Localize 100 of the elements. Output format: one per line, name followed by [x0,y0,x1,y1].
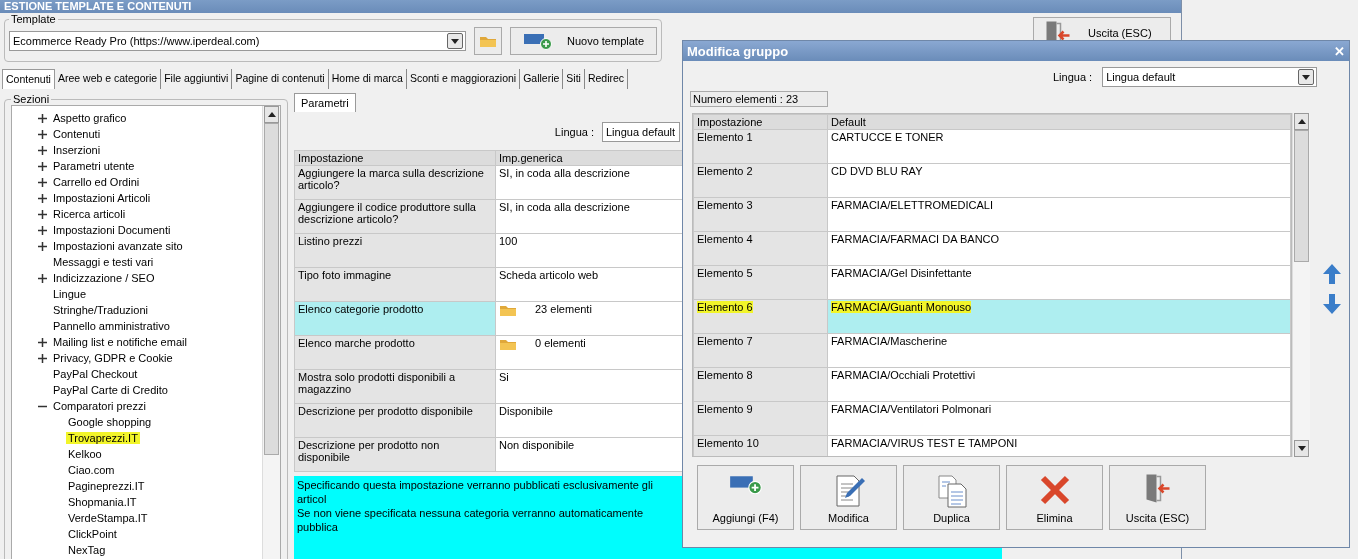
tree-item[interactable]: Stringhe/Traduzioni [51,304,150,316]
expand-icon[interactable] [38,337,47,347]
move-up-arrow-icon[interactable] [1321,263,1343,285]
tab[interactable]: Siti [563,69,585,89]
language-dropdown[interactable]: Lingua default [602,122,680,142]
setting-cell[interactable]: Descrizione per prodotto non disponibile [294,437,496,472]
tab[interactable]: Parametri [294,93,356,112]
tree-item[interactable]: Mailing list e notifiche email [51,336,189,348]
language-dropdown[interactable]: Lingua default [1102,67,1317,87]
tree-item[interactable]: Pagineprezzi.IT [66,480,147,492]
exit-door-icon [1145,474,1170,503]
dialog-title: Modifica gruppo [687,43,789,59]
expand-icon[interactable] [38,113,47,123]
tree-item[interactable]: Carrello ed Ordini [51,176,142,188]
scroll-up-icon[interactable] [267,112,276,117]
folder-icon [499,337,517,351]
value-cell[interactable]: CD DVD BLU RAY [827,163,1291,198]
value-cell: Si [499,371,509,383]
tab[interactable]: Contenuti [2,69,55,89]
expand-icon[interactable] [38,225,47,235]
column-header: Default [827,114,1291,130]
scrollbar[interactable] [1292,113,1310,457]
expand-icon[interactable] [38,145,47,155]
tree-item[interactable]: Lingue [51,288,89,300]
setting-cell[interactable]: Listino prezzi [294,233,496,268]
description-text: Se non viene specificata nessuna categoria verranno automaticamente pubblica [297,506,645,534]
value-cell: Scheda articolo web [499,269,599,281]
value-cell[interactable]: FARMACIA/Ventilatori Polmonari [827,401,1291,436]
tree-item[interactable]: Messaggi e testi vari [51,256,156,268]
add-item-icon [522,32,553,50]
tree-item[interactable]: Shopmania.IT [66,496,139,508]
tree-item[interactable]: VerdeStampa.IT [66,512,150,524]
tree-item[interactable]: ClickPoint [66,528,119,540]
tree-item[interactable]: Ciao.com [66,464,117,476]
tree-item[interactable]: Comparatori prezzi [51,400,148,412]
scroll-up-icon[interactable] [1297,119,1306,124]
tree-item[interactable]: Impostazioni avanzate sito [51,240,185,252]
row-name: Elemento 9 [697,403,753,415]
new-template-button[interactable]: Nuovo template [509,27,657,55]
tree-item[interactable]: Privacy, GDPR e Cookie [51,352,175,364]
tree-item[interactable]: NexTag [66,544,108,556]
language-label: Lingua : [1053,71,1093,83]
value-cell[interactable]: FARMACIA/Mascherine [827,333,1291,368]
tree-item[interactable]: Aspetto grafico [51,112,129,124]
tree-item[interactable]: Parametri utente [51,160,137,172]
tree-item[interactable]: PayPal Carte di Credito [51,384,170,396]
tree-item[interactable]: Impostazioni Articoli [51,192,153,204]
expand-icon[interactable] [38,353,47,363]
scroll-down-icon[interactable] [1297,446,1306,451]
language-label: Lingua : [554,126,594,138]
folder-icon [479,34,498,48]
tree-item[interactable]: Pannello amministrativo [51,320,172,332]
value-cell[interactable]: FARMACIA/Occhiali Protettivi [827,367,1291,402]
setting-cell[interactable]: Descrizione per prodotto disponibile [294,403,496,438]
tree-item[interactable]: PayPal Checkout [51,368,140,380]
delete-button[interactable]: Elimina [1006,465,1103,530]
group-label: Sezioni [12,93,51,105]
value-cell[interactable]: CARTUCCE E TONER [827,129,1291,164]
expand-icon[interactable] [38,177,47,187]
expand-icon[interactable] [38,193,47,203]
value-cell[interactable]: FARMACIA/Guanti Monouso [827,299,1291,334]
value-cell[interactable]: FARMACIA/ELETTROMEDICALI [827,197,1291,232]
value-cell: SI, in coda alla descrizione [499,201,630,213]
tree-item[interactable]: Inserzioni [51,144,103,156]
expand-icon[interactable] [38,209,47,219]
expand-icon[interactable] [38,241,47,251]
setting-cell[interactable]: Aggiungere il codice produttore sulla descrizione articolo? [294,199,496,234]
row-name: Elemento 6 [697,301,753,313]
tree-item[interactable]: Kelkoo [66,448,104,460]
tab[interactable]: Gallerie [520,69,564,89]
setting-cell[interactable]: Elenco categorie prodotto [294,301,496,336]
value-cell: 0 elementi [535,337,586,349]
move-down-arrow-icon[interactable] [1321,293,1343,315]
exit-button[interactable]: Uscita (ESC) [1109,465,1206,530]
value-cell[interactable]: FARMACIA/Gel Disinfettante [827,265,1291,300]
scrollbar[interactable] [262,106,280,559]
add-item-icon [728,474,763,495]
add-button[interactable]: Aggiungi (F4) [697,465,794,530]
setting-cell[interactable]: Tipo foto immagine [294,267,496,302]
setting-cell[interactable]: Elenco marche prodotto [294,335,496,370]
tree-item[interactable]: Ricerca articoli [51,208,128,220]
tree-item[interactable]: Impostazioni Documenti [51,224,173,236]
setting-cell[interactable]: Aggiungere la marca sulla descrizione articolo? [294,165,496,200]
tree-item[interactable]: Trovaprezzi.IT [66,432,140,444]
row-name: Elemento 5 [697,267,753,279]
template-dropdown[interactable]: Ecommerce Ready Pro (https://www.iperdeal.com) [9,31,467,51]
value-cell[interactable]: FARMACIA/FARMACI DA BANCO [827,231,1291,266]
setting-cell[interactable]: Mostra solo prodotti disponibili a magazzino [294,369,496,404]
expand-icon[interactable] [38,273,47,283]
value-cell: Disponibile [499,405,553,417]
cross-icon [1038,474,1071,506]
edit-button[interactable]: Modifica [800,465,897,530]
tree-item[interactable]: Indicizzazione / SEO [51,272,157,284]
row-name: Elemento 7 [697,335,753,347]
tree-item[interactable]: Google shopping [66,416,154,428]
expand-icon[interactable] [38,161,47,171]
duplicate-button[interactable]: Duplica [903,465,1000,530]
expand-icon[interactable] [38,129,47,139]
tree-item[interactable]: Contenuti [51,128,103,140]
column-header: Impostazione [294,150,496,166]
